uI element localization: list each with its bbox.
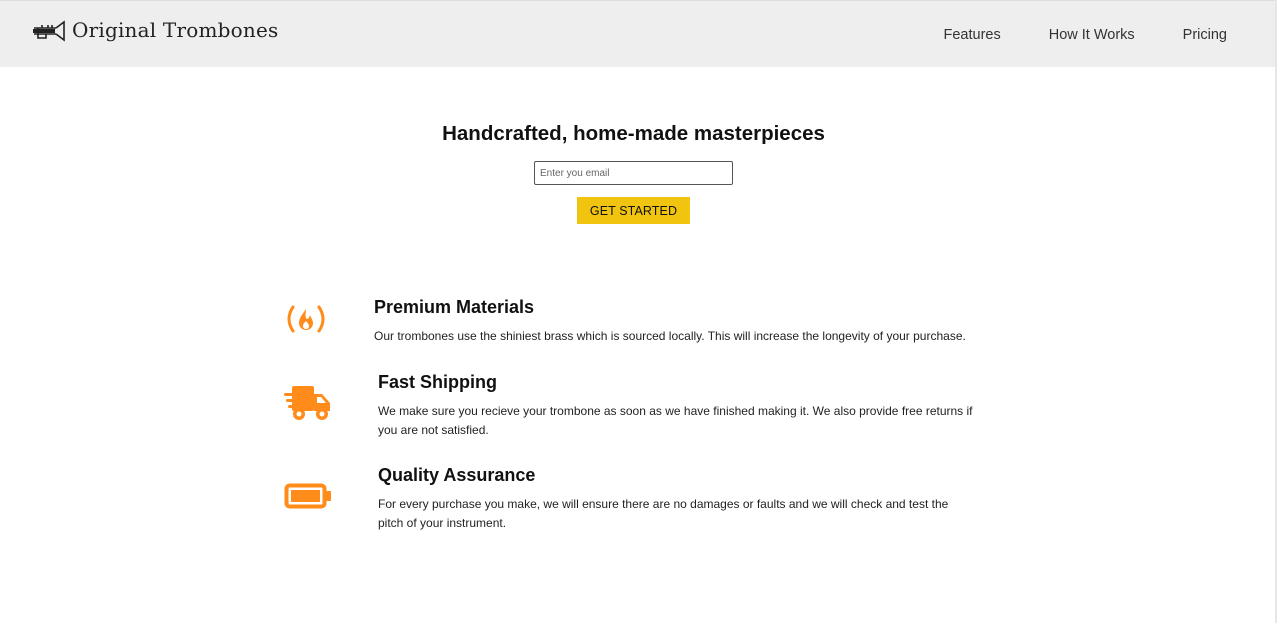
- landing-page: Original Trombones Features How It Works…: [0, 0, 1277, 623]
- nav-link-pricing[interactable]: Pricing: [1183, 27, 1227, 43]
- brand-logo[interactable]: Original Trombones: [32, 18, 279, 43]
- get-started-button[interactable]: GET STARTED: [577, 197, 690, 224]
- truck-icon: [284, 386, 330, 420]
- nav-link-features[interactable]: Features: [943, 27, 1000, 43]
- feature-text: For every purchase you make, we will ens…: [378, 497, 949, 530]
- battery-icon: [284, 483, 331, 509]
- feature-title: Fast Shipping: [378, 372, 497, 392]
- brand-name: Original Trombones: [72, 18, 279, 42]
- main-nav: Features How It Works Pricing: [943, 27, 1227, 43]
- site-header: Original Trombones Features How It Works…: [0, 0, 1275, 67]
- feature-title: Premium Materials: [374, 297, 535, 317]
- hero-title: Handcrafted, home-made masterpieces: [442, 122, 825, 145]
- feature-text: We make sure you recieve your trombone a…: [378, 404, 973, 437]
- trombone-icon: [33, 20, 65, 42]
- feature-title: Quality Assurance: [378, 465, 536, 485]
- fire-icon: [287, 305, 325, 333]
- email-input[interactable]: [534, 161, 733, 185]
- feature-text: Our trombones use the shiniest brass whi…: [374, 329, 966, 343]
- nav-link-how-it-works[interactable]: How It Works: [1049, 27, 1135, 43]
